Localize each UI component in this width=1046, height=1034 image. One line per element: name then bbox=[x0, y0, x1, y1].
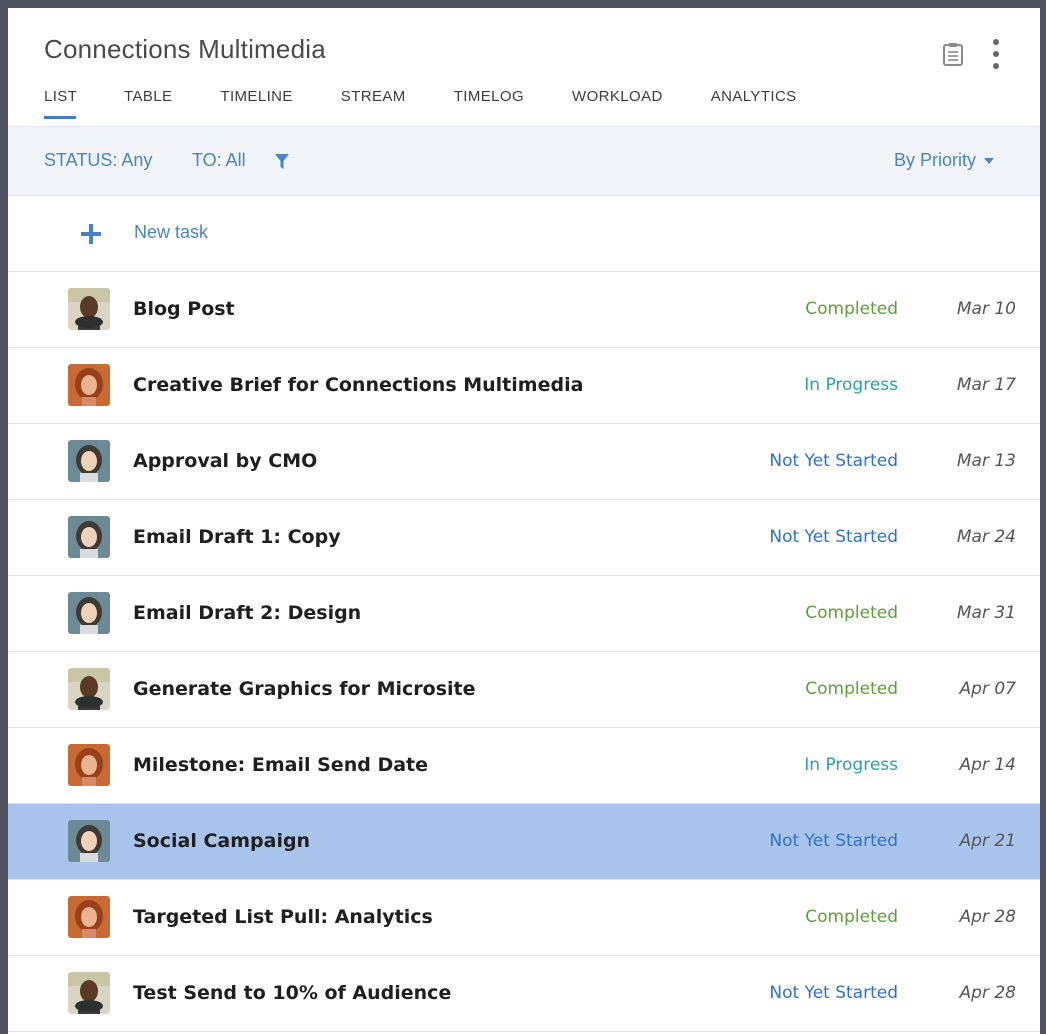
task-status[interactable]: In Progress bbox=[804, 755, 898, 775]
task-due-date[interactable]: Apr 14 bbox=[960, 755, 1016, 775]
status-filter[interactable]: STATUS: Any bbox=[44, 150, 152, 171]
task-due-date[interactable]: Apr 21 bbox=[960, 831, 1016, 851]
caret-down-icon bbox=[984, 157, 994, 164]
task-name[interactable]: Social Campaign bbox=[133, 830, 310, 852]
sort-dropdown[interactable]: By Priority bbox=[894, 150, 994, 171]
assignee-filter[interactable]: TO: All bbox=[192, 150, 246, 171]
new-task-label: New task bbox=[134, 222, 209, 242]
page-title: Connections Multimedia bbox=[44, 34, 326, 64]
avatar[interactable] bbox=[68, 896, 110, 938]
avatar[interactable] bbox=[68, 668, 110, 710]
task-due-date[interactable]: Mar 10 bbox=[957, 299, 1016, 319]
avatar[interactable] bbox=[68, 972, 110, 1014]
new-task-button[interactable]: New task bbox=[8, 196, 1040, 272]
task-row[interactable]: Email Draft 1: Copy Not Yet Started Mar 24 bbox=[8, 500, 1040, 576]
avatar[interactable] bbox=[68, 288, 110, 330]
tab-timelog[interactable]: TIMELOG bbox=[454, 88, 524, 119]
task-list: Blog Post Completed Mar 10 Creative Brief f… bbox=[8, 272, 1040, 1032]
task-name[interactable]: Milestone: Email Send Date bbox=[133, 754, 428, 776]
tab-timeline[interactable]: TIMELINE bbox=[220, 88, 292, 119]
task-status[interactable]: Completed bbox=[805, 299, 898, 319]
tab-table[interactable]: TABLE bbox=[124, 88, 172, 119]
tab-stream[interactable]: STREAM bbox=[341, 88, 406, 119]
task-row[interactable]: Blog Post Completed Mar 10 bbox=[8, 272, 1040, 348]
task-status[interactable]: Not Yet Started bbox=[769, 527, 898, 547]
avatar[interactable] bbox=[68, 516, 110, 558]
task-row[interactable]: Creative Brief for Connections Multimedi… bbox=[8, 348, 1040, 424]
app-frame: Connections Multimedia LIST TABLE TIMELI… bbox=[0, 0, 1046, 1034]
task-row[interactable]: Social Campaign Not Yet Started Apr 21 bbox=[8, 804, 1040, 880]
avatar[interactable] bbox=[68, 364, 110, 406]
task-name[interactable]: Approval by CMO bbox=[133, 450, 317, 472]
task-due-date[interactable]: Mar 24 bbox=[957, 527, 1016, 547]
task-name[interactable]: Creative Brief for Connections Multimedi… bbox=[133, 374, 583, 396]
sort-label: By Priority bbox=[893, 150, 976, 170]
avatar[interactable] bbox=[68, 820, 110, 862]
task-status[interactable]: Completed bbox=[805, 679, 898, 699]
task-name[interactable]: Email Draft 2: Design bbox=[133, 602, 361, 624]
task-due-date[interactable]: Mar 17 bbox=[957, 375, 1016, 395]
task-row[interactable]: Approval by CMO Not Yet Started Mar 13 bbox=[8, 424, 1040, 500]
task-name[interactable]: Targeted List Pull: Analytics bbox=[133, 906, 433, 928]
task-status[interactable]: In Progress bbox=[804, 375, 898, 395]
task-status[interactable]: Not Yet Started bbox=[769, 983, 898, 1003]
avatar[interactable] bbox=[68, 440, 110, 482]
task-due-date[interactable]: Apr 28 bbox=[960, 983, 1016, 1003]
task-name[interactable]: Blog Post bbox=[133, 298, 235, 320]
view-tabs: LIST TABLE TIMELINE STREAM TIMELOG WORKL… bbox=[44, 88, 845, 119]
task-due-date[interactable]: Mar 31 bbox=[957, 603, 1016, 623]
header-actions bbox=[942, 38, 1000, 70]
task-status[interactable]: Completed bbox=[805, 907, 898, 927]
plus-icon bbox=[80, 223, 102, 250]
task-row[interactable]: Test Send to 10% of Audience Not Yet Star… bbox=[8, 956, 1040, 1032]
task-status[interactable]: Not Yet Started bbox=[769, 831, 898, 851]
task-row[interactable]: Milestone: Email Send Date In Progress Apr… bbox=[8, 728, 1040, 804]
task-due-date[interactable]: Mar 13 bbox=[957, 451, 1016, 471]
task-row[interactable]: Targeted List Pull: Analytics Completed Ap… bbox=[8, 880, 1040, 956]
header: Connections Multimedia LIST TABLE TIMELI… bbox=[8, 8, 1040, 126]
filter-icon[interactable] bbox=[274, 153, 290, 176]
avatar[interactable] bbox=[68, 744, 110, 786]
task-due-date[interactable]: Apr 07 bbox=[960, 679, 1016, 699]
tab-workload[interactable]: WORKLOAD bbox=[572, 88, 663, 119]
task-name[interactable]: Email Draft 1: Copy bbox=[133, 526, 341, 548]
task-row[interactable]: Generate Graphics for Microsite Completed… bbox=[8, 652, 1040, 728]
task-name[interactable]: Test Send to 10% of Audience bbox=[133, 982, 451, 1004]
task-status[interactable]: Not Yet Started bbox=[769, 451, 898, 471]
project-panel: Connections Multimedia LIST TABLE TIMELI… bbox=[8, 8, 1040, 1034]
task-row[interactable]: Email Draft 2: Design Completed Mar 31 bbox=[8, 576, 1040, 652]
filter-bar: STATUS: Any TO: All By Priority bbox=[8, 126, 1040, 196]
clipboard-icon[interactable] bbox=[942, 42, 964, 66]
task-due-date[interactable]: Apr 28 bbox=[960, 907, 1016, 927]
task-status[interactable]: Completed bbox=[805, 603, 898, 623]
task-name[interactable]: Generate Graphics for Microsite bbox=[133, 678, 475, 700]
tab-analytics[interactable]: ANALYTICS bbox=[711, 88, 797, 119]
avatar[interactable] bbox=[68, 592, 110, 634]
more-vertical-icon[interactable] bbox=[992, 38, 1000, 70]
tab-list[interactable]: LIST bbox=[44, 88, 77, 119]
